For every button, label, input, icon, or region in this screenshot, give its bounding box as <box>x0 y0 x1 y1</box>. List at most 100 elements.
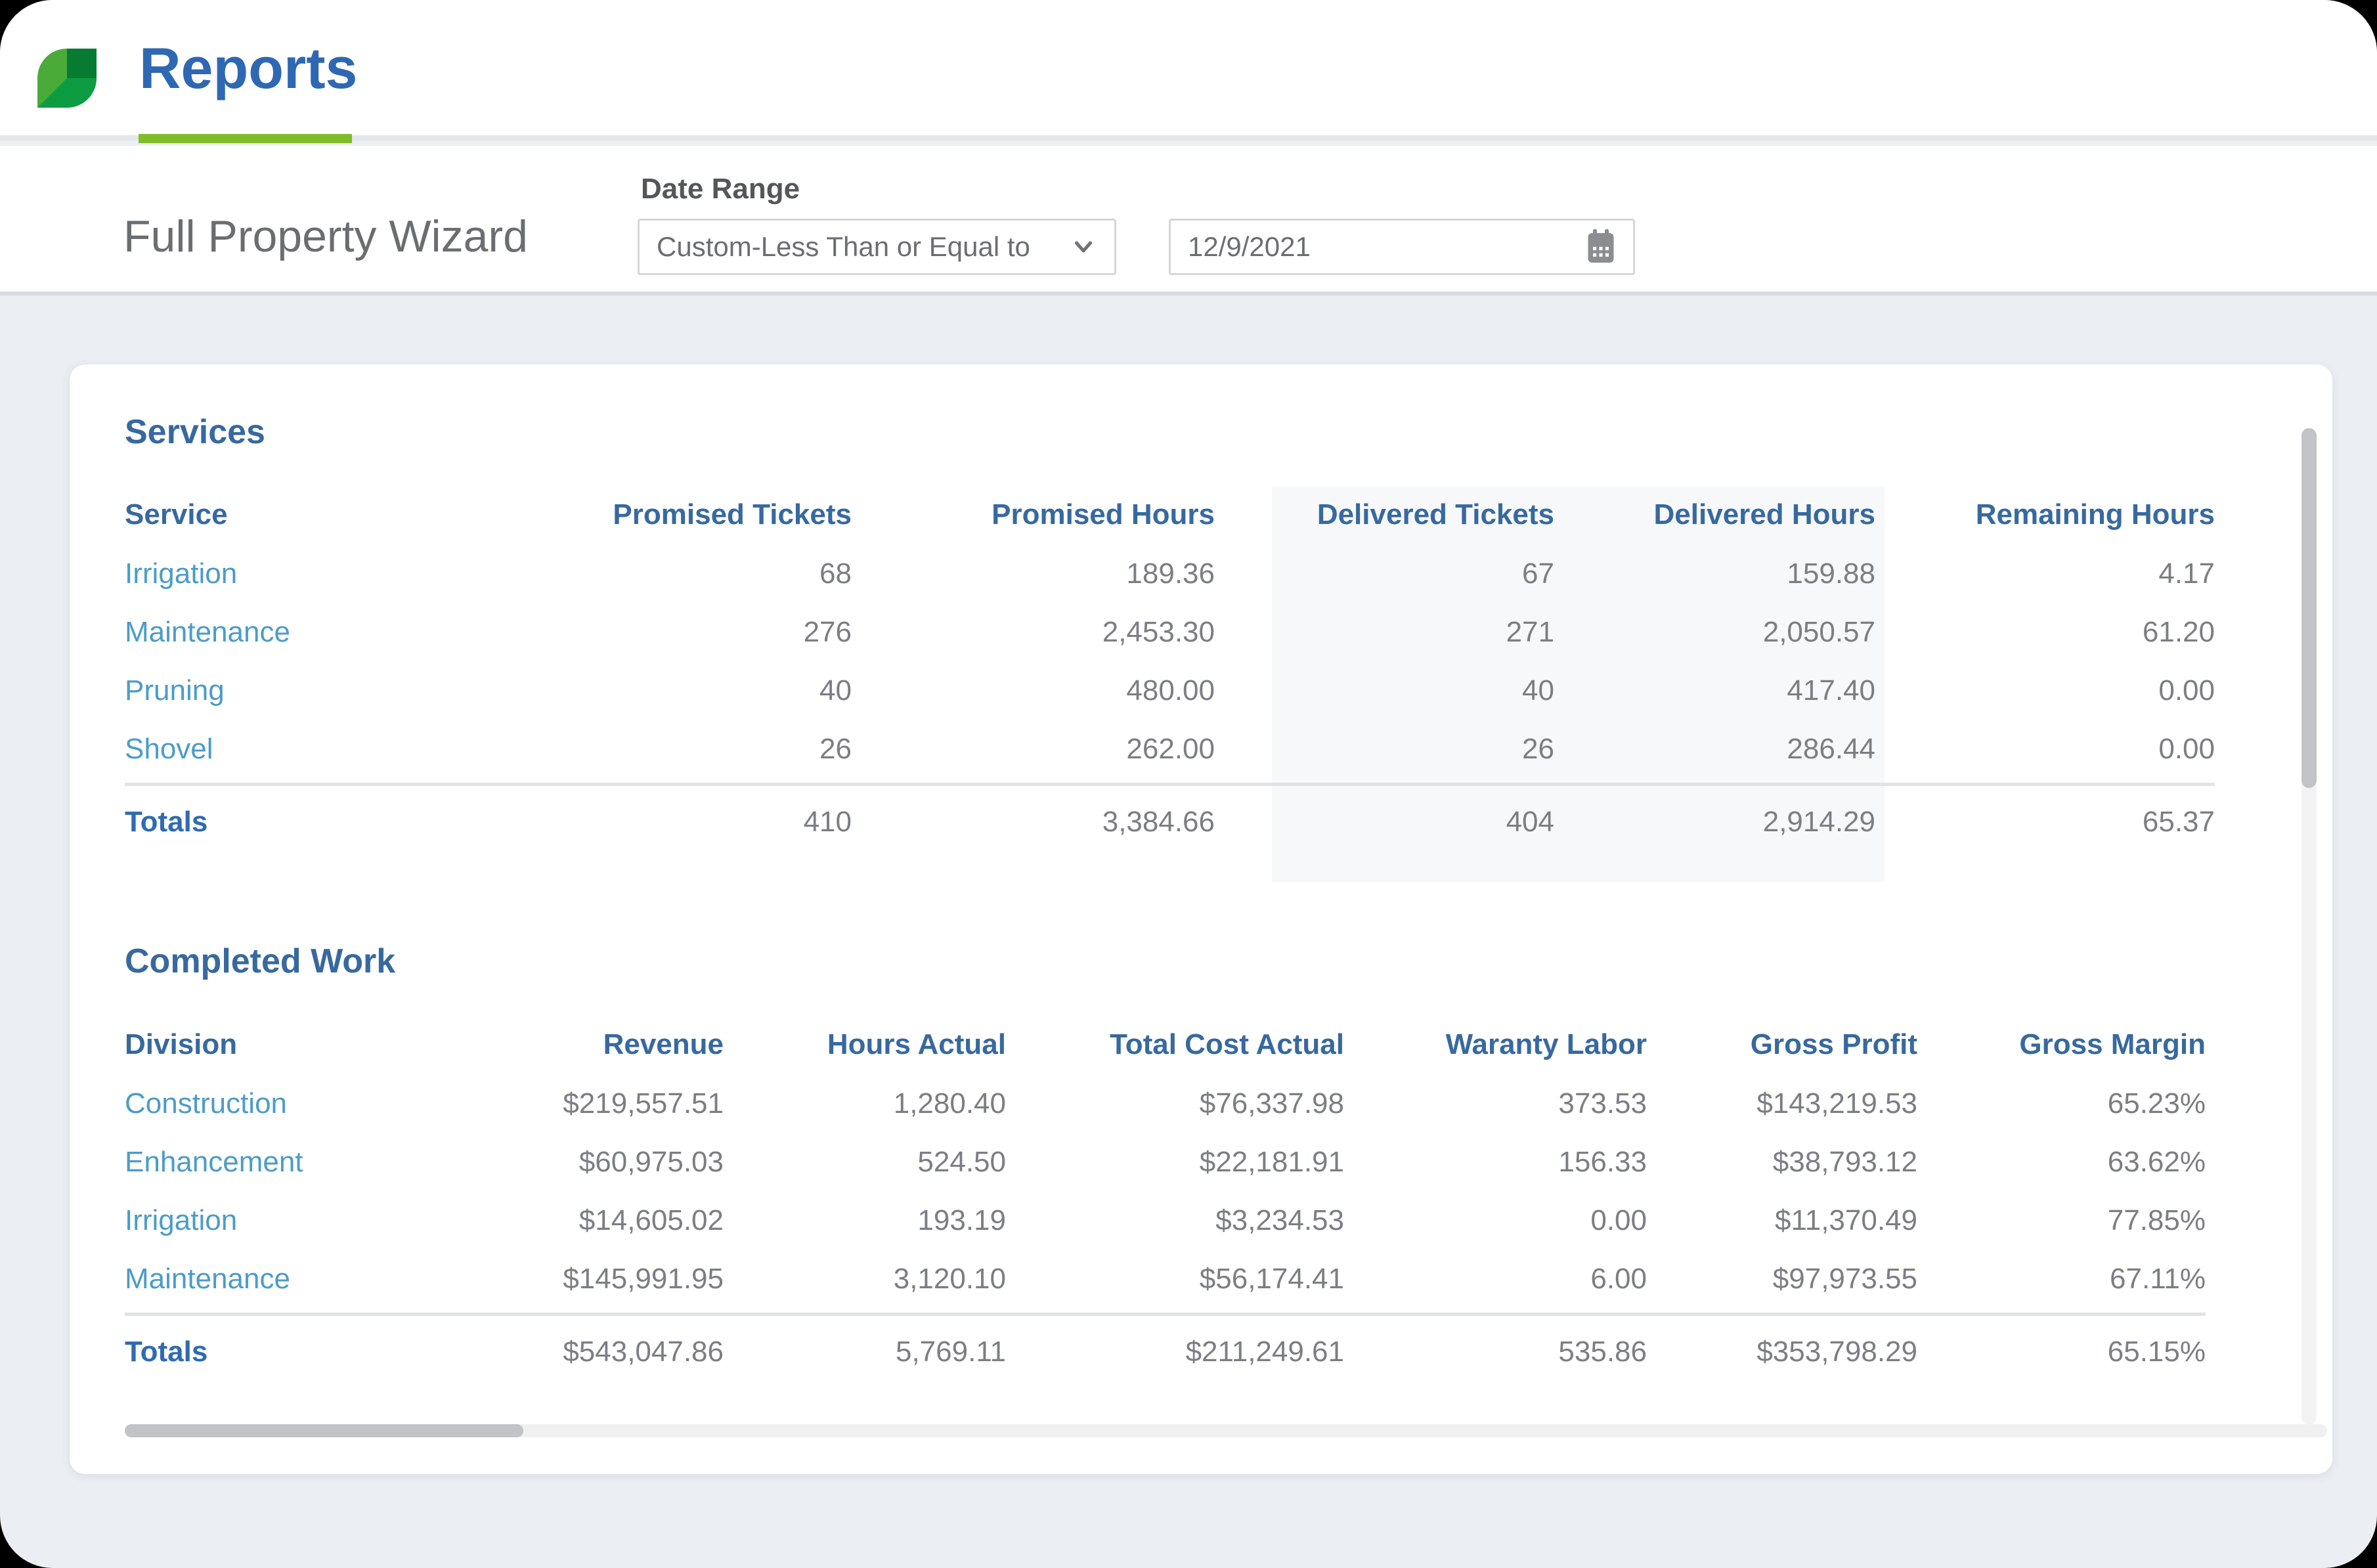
column-header-promised-hours: Promised Hours <box>852 498 1215 531</box>
service-link[interactable]: Irrigation <box>125 557 453 590</box>
table-row-irrigation-division: Irrigation $14,605.02 193.19 $3,234.53 0… <box>125 1191 2206 1250</box>
report-card: Services Service Promised Tickets Promis… <box>70 364 2332 1474</box>
column-header-promised-tickets: Promised Tickets <box>453 498 852 531</box>
chevron-down-icon <box>1070 233 1097 261</box>
cell: 0.00 <box>1875 674 2215 707</box>
comparator-value: Custom-Less Than or Equal to <box>657 231 1030 263</box>
tab-reports[interactable]: Reports <box>139 34 358 102</box>
cell: 65.23% <box>1917 1087 2206 1120</box>
cell: 193.19 <box>724 1204 1006 1237</box>
services-header-row: Service Promised Tickets Promised Hours … <box>125 485 2215 544</box>
services-table: Service Promised Tickets Promised Hours … <box>125 485 2215 858</box>
services-totals-row: Totals 410 3,384.66 404 2,914.29 65.37 <box>125 786 2215 858</box>
active-tab-indicator <box>139 134 352 143</box>
cell: 77.85% <box>1917 1204 2206 1237</box>
cell: 65.15% <box>1917 1336 2206 1368</box>
cell: 286.44 <box>1554 733 1875 766</box>
cell: 40 <box>1215 674 1554 707</box>
cell: 5,769.11 <box>724 1336 1006 1368</box>
cell: 156.33 <box>1344 1146 1647 1179</box>
completed-work-header-row: Division Revenue Hours Actual Total Cost… <box>125 1015 2206 1074</box>
totals-label: Totals <box>125 806 453 838</box>
cell: 4.17 <box>1875 557 2215 590</box>
horizontal-scrollbar[interactable] <box>125 1424 2327 1437</box>
cell: 535.86 <box>1344 1336 1647 1368</box>
cell: 189.36 <box>852 557 1215 590</box>
column-header-waranty-labor: Waranty Labor <box>1344 1028 1647 1061</box>
cell: $543,047.86 <box>453 1336 724 1368</box>
column-header-remaining-hours: Remaining Hours <box>1875 498 2215 531</box>
division-link[interactable]: Maintenance <box>125 1263 453 1296</box>
cell: $14,605.02 <box>453 1204 724 1237</box>
table-row-shovel: Shovel 26 262.00 26 286.44 0.00 <box>125 720 2215 778</box>
cell: 26 <box>1215 733 1554 766</box>
cell: 410 <box>453 806 852 838</box>
column-header-service: Service <box>125 498 453 531</box>
vertical-scrollbar[interactable] <box>2301 428 2317 1425</box>
cell: 0.00 <box>1344 1204 1647 1237</box>
cell: 2,914.29 <box>1554 806 1875 838</box>
division-link[interactable]: Irrigation <box>125 1204 453 1237</box>
cell: $60,975.03 <box>453 1146 724 1179</box>
services-section-title: Services <box>125 412 265 452</box>
cell: 3,120.10 <box>724 1263 1006 1296</box>
cell: $353,798.29 <box>1647 1336 1917 1368</box>
app-window: Reports Full Property Wizard Date Range … <box>0 0 2377 1568</box>
service-link[interactable]: Maintenance <box>125 616 453 649</box>
table-row-pruning: Pruning 40 480.00 40 417.40 0.00 <box>125 661 2215 720</box>
column-header-delivered-tickets: Delivered Tickets <box>1215 498 1554 531</box>
cell: 26 <box>453 733 852 766</box>
column-header-gross-margin: Gross Margin <box>1917 1028 2206 1061</box>
cell: 2,050.57 <box>1554 616 1875 649</box>
table-row-construction: Construction $219,557.51 1,280.40 $76,33… <box>125 1074 2206 1133</box>
cell: 67 <box>1215 557 1554 590</box>
cell: 68 <box>453 557 852 590</box>
vertical-scrollbar-thumb[interactable] <box>2301 428 2317 788</box>
cell: 159.88 <box>1554 557 1875 590</box>
cell: 373.53 <box>1344 1087 1647 1120</box>
date-range-label: Date Range <box>641 172 800 206</box>
cell: $38,793.12 <box>1647 1146 1917 1179</box>
date-range-comparator-select[interactable]: Custom-Less Than or Equal to <box>638 219 1116 275</box>
date-value: 12/9/2021 <box>1188 231 1311 263</box>
column-header-total-cost-actual: Total Cost Actual <box>1006 1028 1344 1061</box>
cell: $11,370.49 <box>1647 1204 1917 1237</box>
division-link[interactable]: Construction <box>125 1087 453 1120</box>
service-link[interactable]: Shovel <box>125 733 453 766</box>
date-input[interactable]: 12/9/2021 <box>1169 219 1635 275</box>
cell: $219,557.51 <box>453 1087 724 1120</box>
table-row-maintenance: Maintenance 276 2,453.30 271 2,050.57 61… <box>125 603 2215 661</box>
completed-work-section-title: Completed Work <box>125 941 395 982</box>
cell: 262.00 <box>852 733 1215 766</box>
cell: 404 <box>1215 806 1554 838</box>
cell: 67.11% <box>1917 1263 2206 1296</box>
column-header-delivered-hours: Delivered Hours <box>1554 498 1875 531</box>
cell: 65.37 <box>1875 806 2215 838</box>
division-link[interactable]: Enhancement <box>125 1146 453 1179</box>
cell: 480.00 <box>852 674 1215 707</box>
cell: 40 <box>453 674 852 707</box>
cell: $76,337.98 <box>1006 1087 1344 1120</box>
cell: 6.00 <box>1344 1263 1647 1296</box>
service-link[interactable]: Pruning <box>125 674 453 707</box>
cell: 1,280.40 <box>724 1087 1006 1120</box>
cell: $56,174.41 <box>1006 1263 1344 1296</box>
completed-work-table: Division Revenue Hours Actual Total Cost… <box>125 1015 2206 1388</box>
table-row-maintenance-division: Maintenance $145,991.95 3,120.10 $56,174… <box>125 1250 2206 1308</box>
cell: 276 <box>453 616 852 649</box>
report-toolbar: Full Property Wizard Date Range Custom-L… <box>0 146 2377 295</box>
cell: 417.40 <box>1554 674 1875 707</box>
column-header-hours-actual: Hours Actual <box>724 1028 1006 1061</box>
cell: 61.20 <box>1875 616 2215 649</box>
cell: 3,384.66 <box>852 806 1215 838</box>
cell: 271 <box>1215 616 1554 649</box>
cell: $211,249.61 <box>1006 1336 1344 1368</box>
horizontal-scrollbar-thumb[interactable] <box>125 1424 523 1437</box>
page-title: Full Property Wizard <box>123 210 528 263</box>
cell: $97,973.55 <box>1647 1263 1917 1296</box>
completed-work-totals-row: Totals $543,047.86 5,769.11 $211,249.61 … <box>125 1316 2206 1388</box>
calendar-icon <box>1586 229 1616 265</box>
table-row-enhancement: Enhancement $60,975.03 524.50 $22,181.91… <box>125 1133 2206 1191</box>
totals-label: Totals <box>125 1336 453 1368</box>
leaf-logo-icon <box>37 47 97 109</box>
